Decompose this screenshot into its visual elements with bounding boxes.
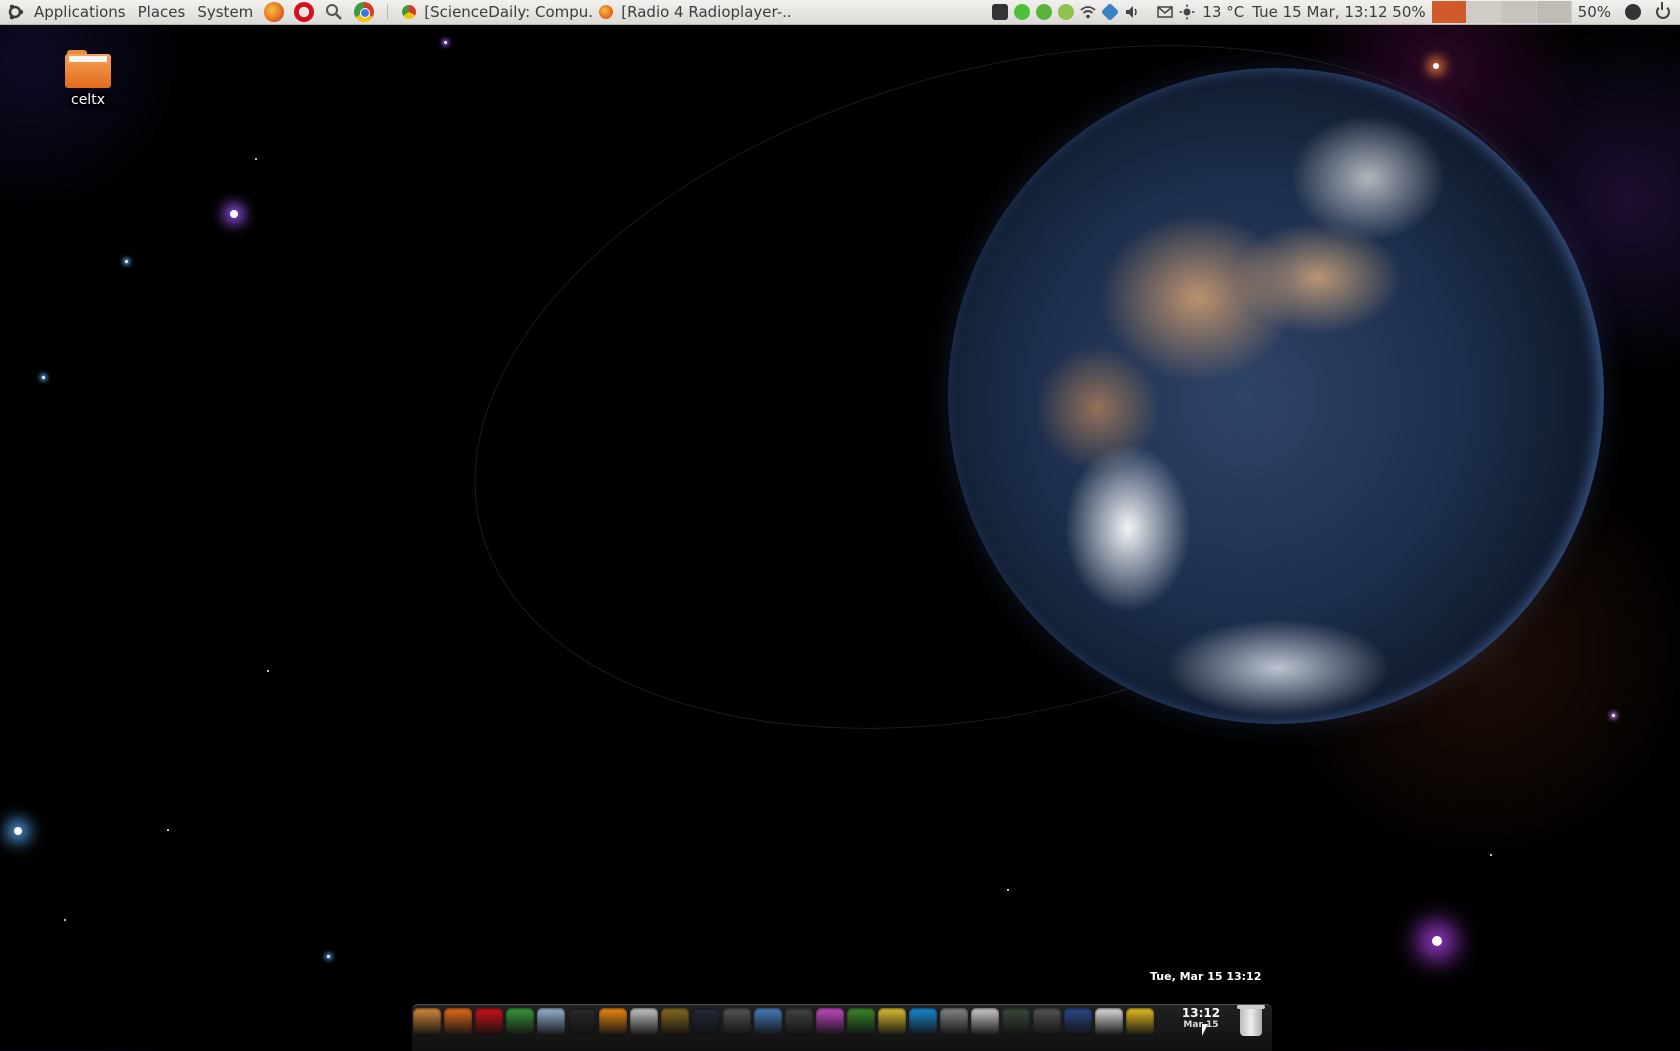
task-title: [ScienceDaily: Compu... (424, 3, 594, 21)
documents-icon[interactable] (971, 1008, 999, 1036)
mask-icon[interactable] (785, 1008, 813, 1036)
search-icon[interactable] (324, 2, 344, 22)
firefox-icon (599, 5, 614, 19)
steam-icon[interactable] (1033, 1008, 1061, 1036)
chrome-icon (402, 5, 417, 19)
chat-icon[interactable] (1058, 4, 1075, 20)
user-status-icon[interactable] (1625, 4, 1641, 20)
text-editor-icon[interactable] (1095, 1008, 1123, 1036)
star (14, 827, 22, 835)
star (1490, 854, 1492, 856)
tux-icon[interactable] (847, 1008, 875, 1036)
panel-separator (387, 4, 389, 20)
power-icon[interactable] (1656, 2, 1670, 19)
ubuntu-logo-icon[interactable] (6, 3, 24, 21)
mail-icon[interactable] (1157, 4, 1174, 20)
skype-icon[interactable] (909, 1008, 937, 1036)
opera-icon[interactable] (475, 1008, 503, 1036)
media-player-icon[interactable] (630, 1008, 658, 1036)
wifi-icon[interactable] (1080, 4, 1096, 20)
desktop-icon-celtx[interactable]: celtx (60, 50, 116, 108)
panel-clock[interactable]: Tue 15 Mar, 13:12 50% (1248, 3, 1429, 21)
anchor-icon[interactable] (413, 1008, 441, 1036)
star (1007, 889, 1009, 891)
star (64, 919, 66, 921)
portal-icon[interactable] (692, 1008, 720, 1036)
star (1612, 714, 1615, 717)
folder-icon (65, 50, 111, 88)
star (1433, 63, 1439, 69)
folder-icon[interactable] (878, 1008, 906, 1036)
terminal-screen-icon[interactable] (1002, 1008, 1030, 1036)
volume-icon[interactable] (1124, 4, 1140, 20)
chrome-icon[interactable] (506, 1008, 534, 1036)
system-menu[interactable]: System (191, 0, 259, 24)
chrome-icon[interactable] (354, 2, 375, 22)
trash-icon[interactable] (1237, 1005, 1265, 1036)
pidgin-icon[interactable] (537, 1008, 565, 1036)
star (444, 41, 447, 44)
picasa-icon[interactable] (816, 1008, 844, 1036)
desktop-icon-label: celtx (69, 92, 107, 108)
steam-icon[interactable] (992, 4, 1009, 20)
dock-clock-time: 13:12 (1181, 1006, 1221, 1020)
thunderbird-icon[interactable] (754, 1008, 782, 1036)
star (267, 670, 269, 672)
check-icon[interactable] (1014, 4, 1031, 20)
nautilus-icon[interactable] (1126, 1008, 1154, 1036)
photoshop-icon[interactable] (1064, 1008, 1092, 1036)
task-radio4[interactable]: [Radio 4 Radioplayer-... (593, 0, 790, 24)
dock-items (412, 1008, 1154, 1036)
task-title: [Radio 4 Radioplayer-... (621, 3, 791, 21)
star (42, 376, 45, 379)
eject-icon[interactable] (723, 1008, 751, 1036)
star (255, 158, 257, 160)
weather-temperature[interactable]: 13 °C (1198, 3, 1248, 21)
terminal-icon[interactable] (568, 1008, 596, 1036)
firefox-icon[interactable] (444, 1008, 472, 1036)
cpu-percent: 50% (1577, 3, 1611, 21)
status-green-icon[interactable] (1036, 4, 1053, 20)
mouse-cursor (1202, 1024, 1208, 1036)
task-sciencedaily[interactable]: [ScienceDaily: Compu... (396, 0, 593, 24)
star (327, 955, 330, 958)
firefox-icon[interactable] (264, 2, 285, 22)
dock-clock-date: Mar 15 (1183, 1020, 1219, 1030)
places-menu[interactable]: Places (132, 0, 192, 24)
star (230, 210, 238, 218)
dock-tooltip: Tue, Mar 15 13:12 (1150, 970, 1262, 983)
weather-sun-icon (1179, 4, 1195, 20)
star (167, 829, 169, 831)
opera-icon[interactable] (294, 2, 315, 22)
warcraft-icon[interactable] (661, 1008, 689, 1036)
applications-menu[interactable]: Applications (28, 0, 132, 24)
dropbox-icon[interactable] (1101, 2, 1120, 22)
star (125, 260, 128, 263)
earth-globe (948, 68, 1604, 724)
vlc-icon[interactable] (599, 1008, 627, 1036)
cpu-load-graph[interactable] (1431, 1, 1572, 23)
star (1432, 936, 1442, 946)
calculator-icon[interactable] (940, 1008, 968, 1036)
top-panel: Applications Places System [ScienceDaily… (0, 0, 1680, 25)
dock-clock[interactable]: 13:12 Mar 15 (1176, 1006, 1226, 1030)
